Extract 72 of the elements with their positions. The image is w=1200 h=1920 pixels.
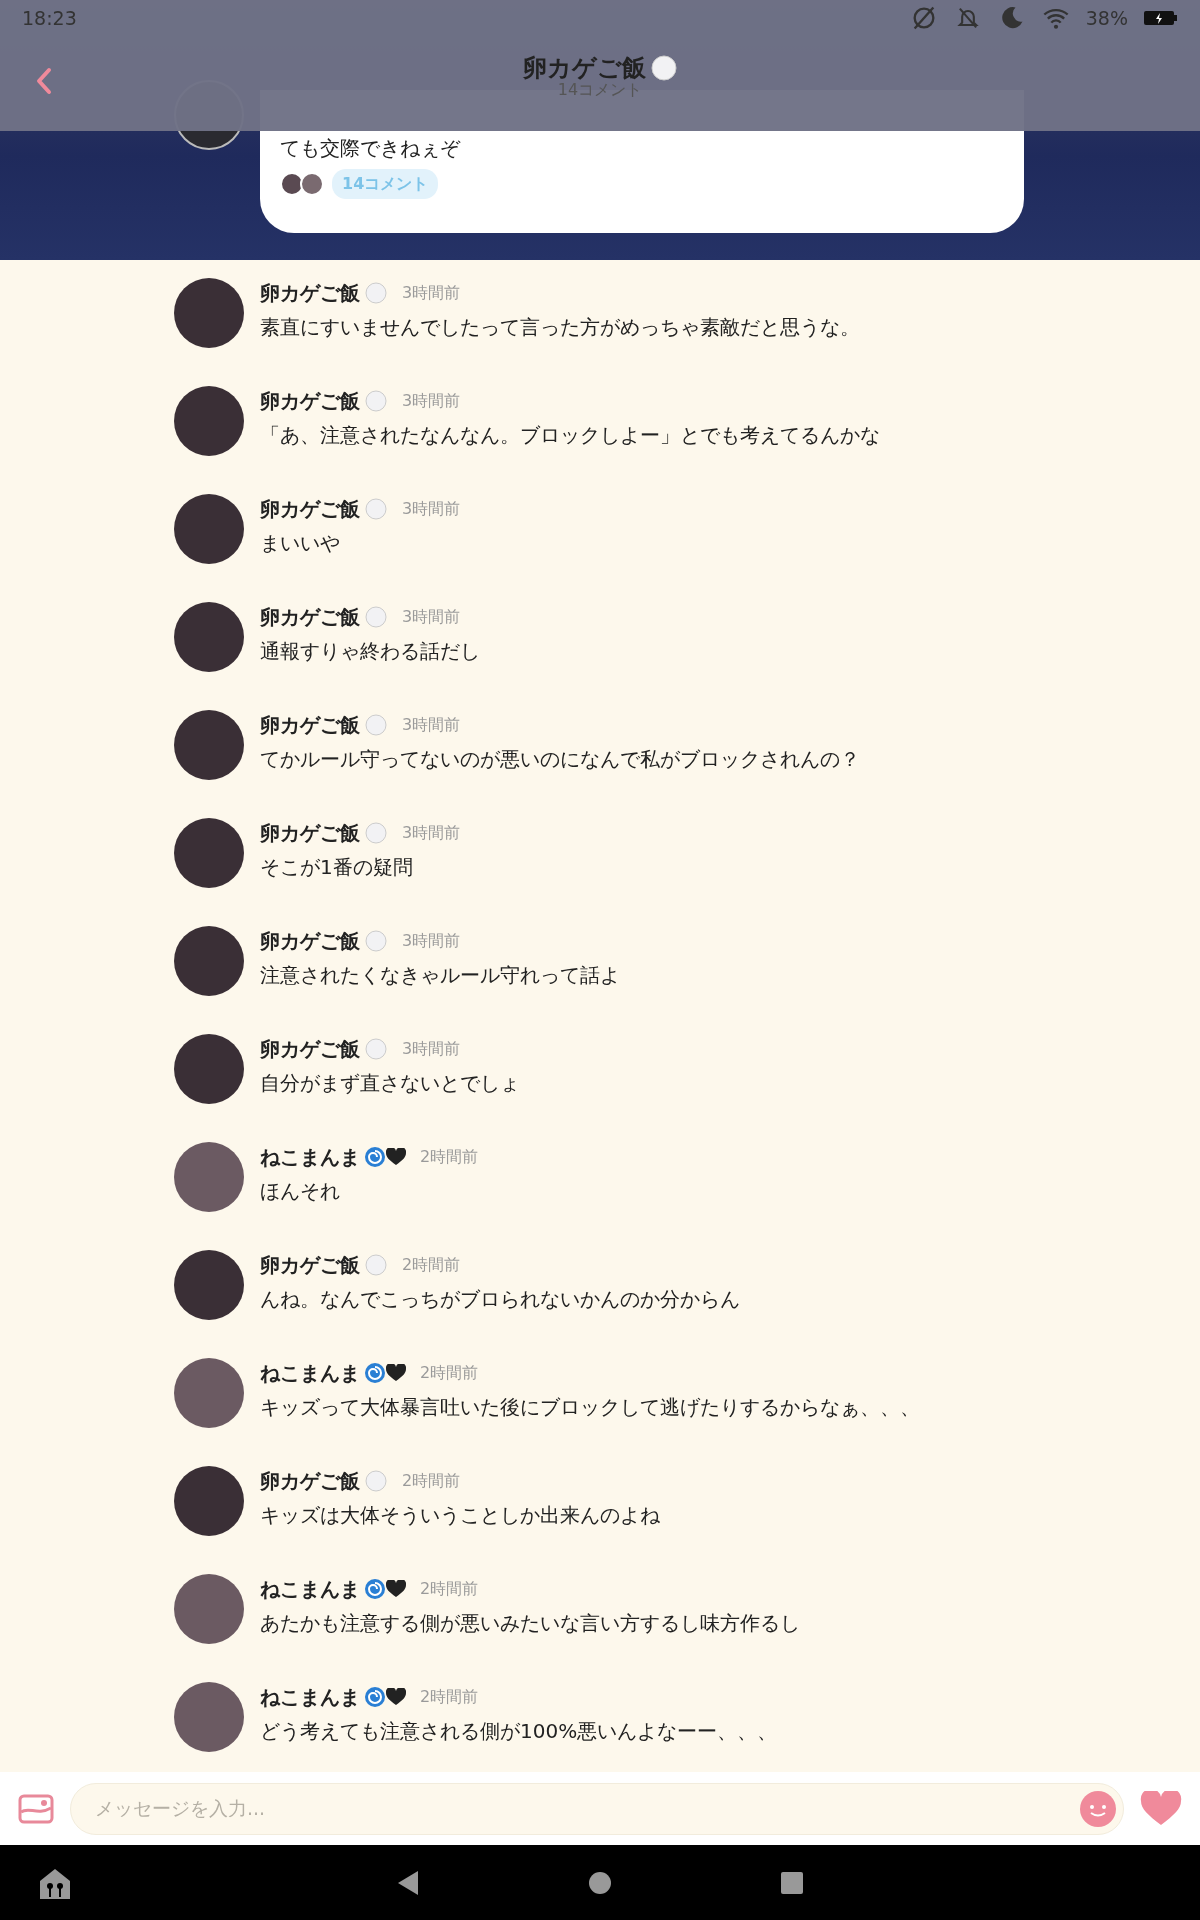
author-name[interactable]: ねこまんま: [260, 1574, 360, 1604]
timestamp: 3時間前: [402, 714, 461, 736]
timestamp: 3時間前: [402, 822, 461, 844]
timestamp: 2時間前: [402, 1254, 461, 1276]
timestamp: 3時間前: [402, 282, 461, 304]
timestamp: 3時間前: [402, 390, 461, 412]
status-time: 18:23: [22, 5, 77, 31]
comment-text: 「あ、注意されたなんなん。ブロックしよー」とでも考えてるんかな: [260, 422, 880, 449]
egg-badge-icon: [364, 497, 388, 521]
timestamp: 3時間前: [402, 1038, 461, 1060]
post-text: ても交際できねぇぞ: [280, 136, 462, 161]
heart-badge-icon: [386, 1688, 406, 1706]
avatar: [300, 172, 324, 196]
egg-badge-icon: [364, 1469, 388, 1493]
egg-badge-icon: [364, 389, 388, 413]
avatar: [280, 172, 304, 196]
home-icon[interactable]: [38, 1867, 72, 1901]
author-name[interactable]: ねこまんま: [260, 1358, 360, 1388]
comment-text: どう考えても注意される側が100%悪いんよなーー、、、: [260, 1718, 778, 1745]
comment-text: キッズは大体そういうことしか出来んのよね: [260, 1502, 660, 1529]
heart-badge-icon: [386, 1364, 406, 1382]
comment-text: 通報すりゃ終わる話だし: [260, 638, 480, 665]
egg-badge-icon: [364, 713, 388, 737]
thread-title: 卵カゲご飯: [522, 54, 646, 82]
egg-badge-icon: [364, 929, 388, 953]
author-name[interactable]: 卵カゲご飯: [260, 1250, 360, 1280]
timestamp: 3時間前: [402, 930, 461, 952]
egg-badge-icon: [364, 821, 388, 845]
author-name[interactable]: 卵カゲご飯: [260, 926, 360, 956]
swirl-badge-icon: [364, 1686, 386, 1708]
timestamp: 2時間前: [420, 1686, 479, 1708]
comment-text: ほんそれ: [260, 1178, 341, 1205]
egg-badge-icon: [649, 54, 678, 82]
author-name[interactable]: 卵カゲご飯: [260, 278, 360, 308]
egg-badge-icon: [364, 1037, 388, 1061]
author-name[interactable]: 卵カゲご飯: [260, 818, 360, 848]
comment-text: そこが1番の疑問: [260, 854, 414, 881]
egg-badge-icon: [364, 605, 388, 629]
comment-text: あたかも注意する側が悪いみたいな言い方するし味方作るし: [260, 1610, 800, 1637]
swirl-badge-icon: [364, 1362, 386, 1384]
back-icon[interactable]: [396, 1870, 420, 1896]
timestamp: 2時間前: [420, 1146, 479, 1168]
egg-badge-icon: [364, 1253, 388, 1277]
egg-badge-icon: [364, 281, 388, 305]
comment-text: てかルール守ってないのが悪いのになんで私がブロックされんの？: [260, 746, 860, 773]
comment-text: キッズって大体暴言吐いた後にブロックして逃げたりするからなぁ、、、: [260, 1394, 920, 1421]
heart-badge-icon: [386, 1580, 406, 1598]
battery-icon: [1144, 9, 1178, 27]
comment-text: んね。なんでこっちがブロられないかんのか分からん: [260, 1286, 740, 1313]
author-name[interactable]: 卵カゲご飯: [260, 494, 360, 524]
author-name[interactable]: ねこまんま: [260, 1142, 360, 1172]
timestamp: 2時間前: [420, 1578, 479, 1600]
swirl-badge-icon: [364, 1146, 386, 1168]
timestamp: 2時間前: [402, 1470, 461, 1492]
comment-text: 自分がまず直さないとでしょ: [260, 1070, 520, 1097]
timestamp: 2時間前: [420, 1362, 479, 1384]
author-name[interactable]: 卵カゲご飯: [260, 1466, 360, 1496]
heart-badge-icon: [386, 1148, 406, 1166]
comment-text: 注意されたくなきゃルール守れって話よ: [260, 962, 620, 989]
author-name[interactable]: 卵カゲご飯: [260, 710, 360, 740]
home-button-icon[interactable]: [588, 1871, 612, 1895]
author-name[interactable]: ねこまんま: [260, 1682, 360, 1712]
message-field[interactable]: メッセージを入力...: [70, 1782, 1124, 1835]
author-name[interactable]: 卵カゲご飯: [260, 386, 360, 416]
swirl-badge-icon: [364, 1578, 386, 1600]
author-name[interactable]: 卵カゲご飯: [260, 1034, 360, 1064]
author-name[interactable]: 卵カゲご飯: [260, 602, 360, 632]
comment-text: 素直にすいませんでしたって言った方がめっちゃ素敵だと思うな。: [260, 314, 860, 341]
battery-percent: 38%: [1085, 5, 1128, 31]
comment-text: まいいや: [260, 530, 341, 557]
timestamp: 3時間前: [402, 498, 461, 520]
timestamp: 3時間前: [402, 606, 461, 628]
